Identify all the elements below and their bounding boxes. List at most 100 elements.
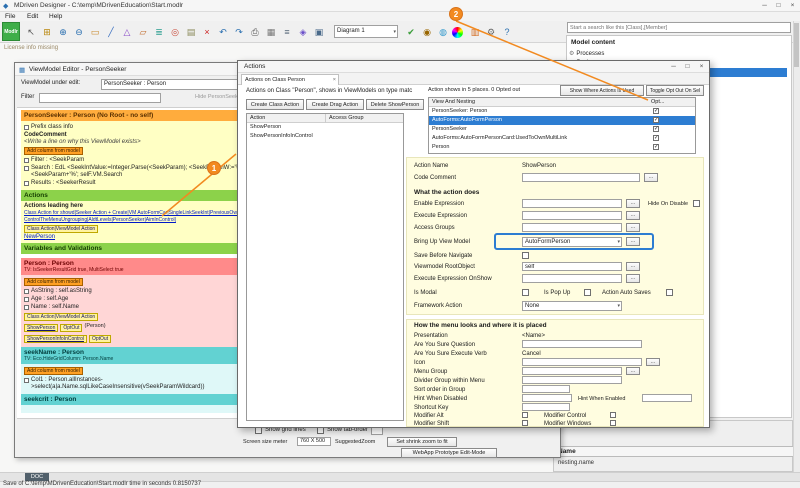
minimize-button[interactable]: ─ bbox=[758, 1, 771, 11]
menu-item-edit[interactable]: Edit bbox=[27, 13, 38, 20]
presentation-value[interactable]: <Name> bbox=[522, 333, 545, 339]
filter-input[interactable] bbox=[39, 93, 161, 103]
viewmodel-rootobject-input[interactable] bbox=[522, 262, 622, 271]
package-icon[interactable]: ▱ bbox=[136, 25, 150, 39]
optout-chip[interactable]: OptOut bbox=[89, 335, 111, 343]
pan-icon[interactable]: ⊞ bbox=[40, 25, 54, 39]
tab-actions-on-class-person[interactable]: Actions on Class Person × bbox=[241, 74, 339, 85]
row-checkbox[interactable] bbox=[24, 289, 29, 294]
print-icon[interactable]: ⎙ bbox=[248, 25, 262, 39]
nesting-row-selected[interactable]: AutoForms:AutoFormPerson✓ bbox=[429, 116, 695, 125]
modifier-shift-checkbox[interactable] bbox=[522, 420, 528, 426]
nesting-row[interactable]: Person✓ bbox=[429, 143, 695, 152]
row-checkbox[interactable] bbox=[24, 305, 29, 310]
person-row-age[interactable]: Age : self.Age bbox=[31, 296, 68, 303]
world-icon[interactable]: ◍ bbox=[436, 25, 450, 39]
tab-close-icon[interactable]: × bbox=[333, 77, 336, 83]
menu-item-help[interactable]: Help bbox=[49, 13, 62, 20]
seekname-section-header[interactable]: seekName : Person TV: Eco.HideGridColumn… bbox=[21, 347, 255, 364]
redo-icon[interactable]: ↷ bbox=[232, 25, 246, 39]
is-popup-checkbox[interactable] bbox=[584, 289, 591, 296]
zoom-out-icon[interactable]: ⊖ bbox=[72, 25, 86, 39]
color-wheel-icon[interactable] bbox=[452, 27, 463, 38]
align-icon[interactable]: ≡ bbox=[280, 25, 294, 39]
hint-disabled-input[interactable] bbox=[522, 394, 572, 402]
action-auto-saves-checkbox[interactable] bbox=[666, 289, 673, 296]
nesting-row[interactable]: AutoForms:AutoFormPersonCard:UsedToOwnMu… bbox=[429, 134, 695, 143]
action-name-value[interactable]: ShowPerson bbox=[522, 163, 556, 169]
delete-icon[interactable]: × bbox=[200, 25, 214, 39]
leading-action-links-1[interactable]: Class Action for showd|Seeker Action + C… bbox=[24, 210, 252, 217]
showpersoninfo-action-chip[interactable]: ShowPersonInfoInControl bbox=[24, 335, 87, 343]
help-icon[interactable]: ? bbox=[500, 25, 514, 39]
tree-item-processes[interactable]: ⚙ Processes bbox=[569, 50, 789, 59]
right-scrollbar[interactable] bbox=[793, 21, 800, 472]
person-row-asstring[interactable]: AsString : self.asString bbox=[31, 288, 92, 295]
variables-section-header[interactable]: Variables and Validations bbox=[21, 243, 255, 254]
add-column-button[interactable]: Add column from model bbox=[24, 367, 83, 375]
modlr-button[interactable]: Modlr bbox=[2, 22, 20, 41]
properties-value[interactable]: nesting.name bbox=[558, 460, 594, 466]
hint-enabled-input[interactable] bbox=[642, 394, 692, 402]
is-modal-checkbox[interactable] bbox=[522, 289, 529, 296]
column-view-and-nesting[interactable]: View And Nesting bbox=[432, 98, 475, 107]
validate-icon[interactable]: ✔ bbox=[404, 25, 418, 39]
screenshot-icon[interactable]: ▣ bbox=[312, 25, 326, 39]
settings-icon[interactable]: ⚙ bbox=[484, 25, 498, 39]
vm-row-results[interactable]: Results : <SeekerResult bbox=[31, 180, 96, 187]
show-grid-checkbox[interactable] bbox=[255, 427, 262, 434]
close-button[interactable]: × bbox=[786, 1, 799, 11]
action-row-showpersoninfo[interactable]: ShowPersonInfoInControl bbox=[247, 132, 403, 141]
menu-group-ellipsis-button[interactable]: ... bbox=[626, 367, 640, 375]
row-checkbox[interactable] bbox=[24, 181, 29, 186]
optout-chip[interactable]: OptOut bbox=[60, 324, 82, 332]
maximize-button[interactable]: □ bbox=[772, 1, 785, 11]
person-row-name[interactable]: Name : self.Name bbox=[31, 304, 79, 311]
modifier-control-checkbox[interactable] bbox=[610, 412, 616, 418]
sort-order-input[interactable] bbox=[522, 385, 570, 393]
action-row-showperson[interactable]: ShowPerson bbox=[247, 123, 403, 132]
code-comment-ellipsis-button[interactable]: ... bbox=[644, 173, 658, 182]
association-icon[interactable]: ╱ bbox=[104, 25, 118, 39]
zoom-in-icon[interactable]: ⊕ bbox=[56, 25, 70, 39]
access-groups-ellipsis-button[interactable]: ... bbox=[626, 223, 640, 232]
model-search-input[interactable] bbox=[567, 22, 791, 33]
generalization-icon[interactable]: △ bbox=[120, 25, 134, 39]
personseeker-section-header[interactable]: PersonSeeker : Person (No Root - no self… bbox=[21, 110, 255, 121]
add-column-button[interactable]: Add column from model bbox=[24, 147, 83, 155]
opt-checkbox[interactable]: ✓ bbox=[653, 117, 659, 123]
toggle-opt-out-button[interactable]: Toggle Opt Out On Sel bbox=[646, 85, 704, 96]
dialog-maximize-button[interactable]: □ bbox=[681, 62, 694, 72]
row-checkbox[interactable] bbox=[24, 378, 29, 383]
opt-checkbox[interactable]: ✓ bbox=[653, 144, 659, 150]
menu-group-input[interactable] bbox=[522, 367, 622, 375]
showperson-action-chip[interactable]: ShowPerson bbox=[24, 324, 58, 332]
code-comment-input[interactable] bbox=[522, 173, 640, 182]
viewmodel-rootobject-ellipsis-button[interactable]: ... bbox=[626, 262, 640, 271]
framework-action-select[interactable]: None ▾ bbox=[522, 301, 622, 311]
seekcrit-section-header[interactable]: seekcrit : Person bbox=[21, 394, 255, 405]
enable-expression-ellipsis-button[interactable]: ... bbox=[626, 199, 640, 208]
delete-action-button[interactable]: Delete ShowPerson bbox=[366, 99, 424, 110]
prefix-checkbox[interactable] bbox=[24, 125, 29, 130]
new-person-link[interactable]: NewPerson bbox=[24, 234, 252, 241]
column-opt[interactable]: Opt... bbox=[651, 98, 664, 107]
row-checkbox[interactable] bbox=[24, 158, 29, 163]
create-drag-action-button[interactable]: Create Drag Action bbox=[306, 99, 364, 110]
opt-checkbox[interactable]: ✓ bbox=[653, 126, 659, 132]
vm-row-filter[interactable]: Filter : <SeekParam bbox=[31, 157, 84, 164]
row-checkbox[interactable] bbox=[24, 297, 29, 302]
undo-icon[interactable]: ↶ bbox=[216, 25, 230, 39]
person-section-header[interactable]: Person : Person TV: IsSeekerResultGrid t… bbox=[21, 258, 255, 275]
save-before-navigate-checkbox[interactable] bbox=[522, 252, 529, 259]
seekname-col-row[interactable]: Col1 : Person.allInstances->select(a|a.N… bbox=[31, 377, 252, 391]
column-action[interactable]: Action bbox=[250, 114, 265, 123]
actions-section-header[interactable]: Actions bbox=[21, 190, 255, 201]
comment-icon[interactable]: ▤ bbox=[184, 25, 198, 39]
debug-icon[interactable]: ◉ bbox=[420, 25, 434, 39]
show-taborder-checkbox[interactable] bbox=[317, 427, 324, 434]
modifier-windows-checkbox[interactable] bbox=[610, 420, 616, 426]
shrink-zoom-button[interactable]: Set shrink zoom to fit bbox=[387, 437, 457, 447]
opt-checkbox[interactable]: ✓ bbox=[653, 135, 659, 141]
viewmodel-selector[interactable]: PersonSeeker : Person ▾ bbox=[101, 79, 243, 90]
